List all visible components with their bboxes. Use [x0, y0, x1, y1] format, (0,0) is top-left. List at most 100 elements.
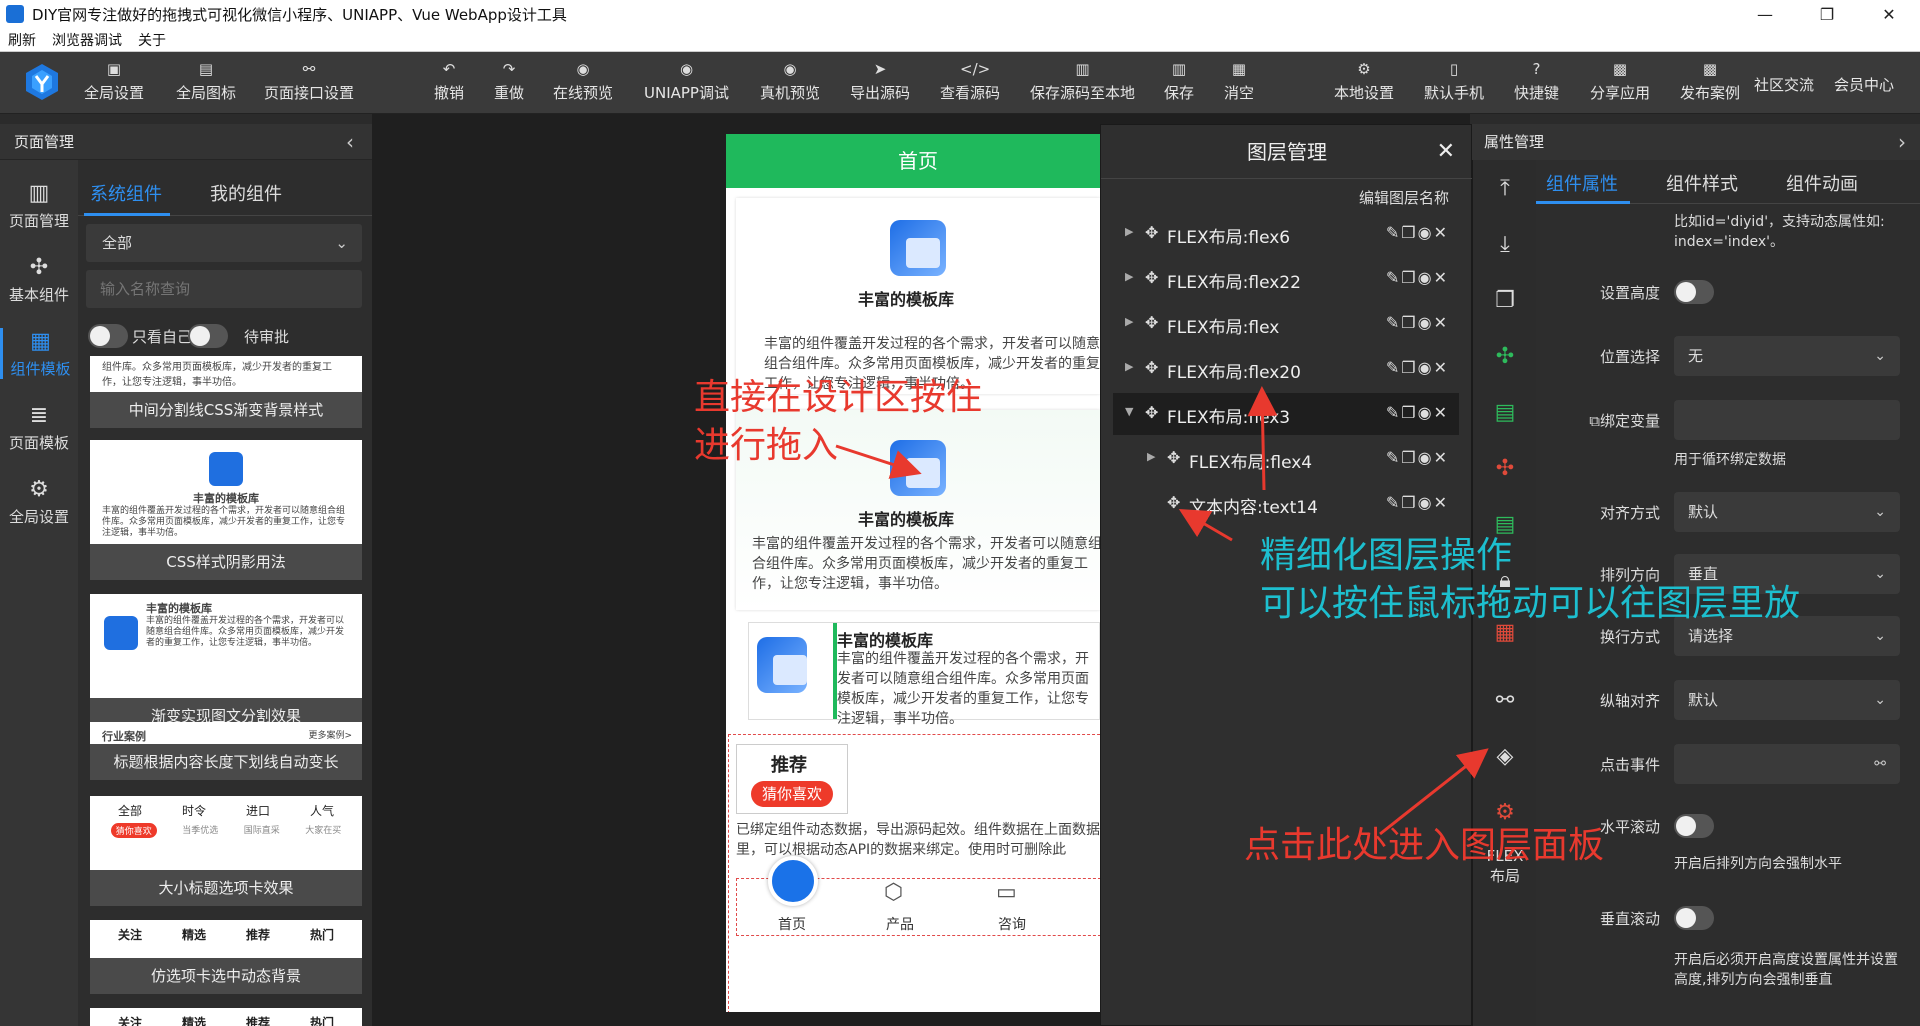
global-icons-button[interactable]: ▤ 全局图标 — [176, 60, 236, 103]
bind-variable-input[interactable] — [1674, 400, 1900, 440]
template-card[interactable]: 行业案例 更多案例> 标题根据内容长度下划线自动变长 — [90, 722, 362, 780]
layer-actions[interactable]: ✎❐◉✕ — [1386, 313, 1449, 332]
tabbar-products[interactable]: 产品 — [886, 914, 914, 934]
shortcuts-button[interactable]: ? 快捷键 — [1514, 60, 1559, 103]
expand-icon[interactable]: ▶ — [1125, 270, 1133, 283]
global-settings-button[interactable]: ▣ 全局设置 — [84, 60, 144, 103]
position-select[interactable]: 无 ⌄ — [1674, 336, 1900, 376]
move-icon[interactable]: ✥ — [1167, 493, 1180, 512]
vscroll-toggle[interactable] — [1674, 906, 1714, 930]
tab-component-animation[interactable]: 组件动画 — [1786, 170, 1858, 196]
move-icon[interactable]: ✥ — [1145, 403, 1158, 422]
nav-page-manage[interactable]: ▥ 页面管理 — [0, 180, 78, 231]
tabbar-home[interactable]: 首页 — [778, 914, 806, 934]
community-link[interactable]: 社区交流 — [1754, 74, 1814, 95]
layer-actions[interactable]: ✎❐◉✕ — [1386, 448, 1449, 467]
tabbar-consult[interactable]: 咨询 — [998, 914, 1026, 934]
maximize-button[interactable]: ❐ — [1796, 0, 1858, 28]
move-icon[interactable]: ✥ — [1145, 313, 1158, 332]
click-event-input[interactable]: ⚯ — [1674, 744, 1900, 784]
set-height-toggle[interactable] — [1674, 280, 1714, 304]
tab-component-props[interactable]: 组件属性 — [1546, 170, 1618, 196]
publish-case-button[interactable]: ▩ 发布案例 — [1680, 60, 1740, 103]
menu-about[interactable]: 关于 — [138, 30, 166, 50]
expand-icon[interactable]: ▶ — [1125, 315, 1133, 328]
close-icon[interactable]: ✕ — [1437, 139, 1455, 164]
view-source-button[interactable]: </> 查看源码 — [940, 60, 1000, 103]
page-api-settings-button[interactable]: ⚯ 页面接口设置 — [264, 60, 354, 103]
phone-preview[interactable]: 首页 丰富的模板库 丰富的组件覆盖开发过程的各个需求，开发者可以随意组合组件库。… — [726, 134, 1110, 1012]
template-card[interactable]: 丰富的模板库 丰富的组件覆盖开发过程的各个需求，开发者可以随意组合组件库。众多常… — [90, 440, 362, 580]
nav-basic-components[interactable]: ✣ 基本组件 — [0, 254, 78, 305]
move-bottom-icon[interactable]: ⤓ — [1473, 232, 1537, 257]
align-select[interactable]: 默认 ⌄ — [1674, 492, 1900, 532]
tab-my-components[interactable]: 我的组件 — [210, 180, 282, 206]
collapse-left-icon[interactable]: ‹ — [346, 130, 354, 154]
move-icon[interactable]: ✥ — [1145, 223, 1158, 242]
online-preview-button[interactable]: ◉ 在线预览 — [553, 60, 613, 103]
puzzle-red-icon[interactable]: ✣ — [1473, 456, 1537, 481]
puzzle-icon[interactable]: ✣ — [1473, 344, 1537, 369]
home-icon[interactable] — [768, 856, 818, 906]
undo-button[interactable]: ↶ 撤销 — [434, 60, 464, 103]
expand-icon[interactable]: ▶ — [1125, 225, 1133, 238]
layer-row-selected[interactable]: ▼ ✥ FLEX布局:flex3 ✎❐◉✕ — [1113, 393, 1459, 435]
edit-layer-name-link[interactable]: 编辑图层名称 — [1359, 187, 1449, 208]
layer-row[interactable]: ✥ 文本内容:text14 ✎❐◉✕ — [1113, 483, 1459, 525]
template-card[interactable]: 丰富的模板库 丰富的组件覆盖开发过程的各个需求，开发者可以随意组合组件库。众多常… — [90, 594, 362, 734]
template-block-2[interactable]: 丰富的模板库 丰富的组件覆盖开发过程的各个需求，开发者可以随意组合组件库。众多常… — [736, 410, 1102, 610]
edit-doc-icon[interactable]: ▤ — [1473, 512, 1537, 537]
template-block-1[interactable]: 丰富的模板库 丰富的组件覆盖开发过程的各个需求，开发者可以随意组合组件库。众多常… — [736, 198, 1100, 394]
expand-icon[interactable]: ▶ — [1147, 450, 1155, 463]
member-center-link[interactable]: 会员中心 — [1834, 74, 1894, 95]
menu-browser-debug[interactable]: 浏览器调试 — [52, 30, 122, 50]
nav-page-templates[interactable]: ≣ 页面模板 — [0, 402, 78, 453]
move-icon[interactable]: ✥ — [1145, 268, 1158, 287]
device-preview-button[interactable]: ◉ 真机预览 — [760, 60, 820, 103]
direction-select[interactable]: 垂直 ⌄ — [1674, 554, 1900, 594]
redo-button[interactable]: ↷ 重做 — [494, 60, 524, 103]
collapse-icon[interactable]: ▼ — [1125, 405, 1133, 418]
layers-icon[interactable]: ◈ — [1473, 744, 1537, 769]
layer-row[interactable]: ▶ ✥ FLEX布局:flex ✎❐◉✕ — [1113, 303, 1459, 345]
layer-actions[interactable]: ✎❐◉✕ — [1386, 358, 1449, 377]
template-card[interactable]: 全部 时令 进口 人气 猜你喜欢 当季优选 国际直采 大家在买 大小标题选项卡效果 — [90, 796, 362, 906]
layer-row[interactable]: ▶ ✥ FLEX布局:flex22 ✎❐◉✕ — [1113, 258, 1459, 300]
collapse-right-icon[interactable]: › — [1898, 124, 1906, 160]
template-block-3[interactable]: 丰富的模板库 丰富的组件覆盖开发过程的各个需求，开发者可以随意组合组件库。众多常… — [748, 622, 1100, 727]
layer-actions[interactable]: ✎❐◉✕ — [1386, 268, 1449, 287]
wrap-select[interactable]: 请选择 ⌄ — [1674, 616, 1900, 656]
expand-icon[interactable]: ▶ — [1125, 360, 1133, 373]
save-button[interactable]: ▥ 保存 — [1164, 60, 1194, 103]
nav-component-templates[interactable]: ▦ 组件模板 — [0, 328, 78, 379]
save-source-local-button[interactable]: ▥ 保存源码至本地 — [1030, 60, 1135, 103]
minimize-button[interactable]: — — [1734, 0, 1796, 28]
default-phone-button[interactable]: ▯ 默认手机 — [1424, 60, 1484, 103]
layer-row[interactable]: ▶ ✥ FLEX布局:flex20 ✎❐◉✕ — [1113, 348, 1459, 390]
layer-actions[interactable]: ✎❐◉✕ — [1386, 223, 1449, 242]
component-search-input[interactable] — [86, 270, 362, 308]
document-icon[interactable]: ▤ — [1473, 400, 1537, 425]
tab-system-components[interactable]: 系统组件 — [90, 180, 162, 206]
recommend-box[interactable]: 推荐 猜你喜欢 — [736, 744, 848, 814]
copy-icon[interactable]: ❐ — [1473, 288, 1537, 313]
local-settings-button[interactable]: ⚙ 本地设置 — [1334, 60, 1394, 103]
nav-global-settings[interactable]: ⚙ 全局设置 — [0, 476, 78, 527]
move-icon[interactable]: ✥ — [1167, 448, 1180, 467]
lock-icon[interactable]: 🔒︎ — [1473, 568, 1537, 593]
category-select[interactable]: 全部 ⌄ — [86, 224, 362, 262]
cross-align-select[interactable]: 默认 ⌄ — [1674, 680, 1900, 720]
move-icon[interactable]: ✥ — [1145, 358, 1158, 377]
move-top-icon[interactable]: ⤒ — [1473, 176, 1537, 201]
trash-icon[interactable]: ▦ — [1473, 620, 1537, 645]
layer-row[interactable]: ▶ ✥ FLEX布局:flex6 ✎❐◉✕ — [1113, 213, 1459, 255]
guess-like-tag[interactable]: 猜你喜欢 — [751, 781, 833, 807]
layer-actions[interactable]: ✎❐◉✕ — [1386, 403, 1449, 422]
hscroll-toggle[interactable] — [1674, 814, 1714, 838]
layer-row[interactable]: ▶ ✥ FLEX布局:flex4 ✎❐◉✕ — [1113, 438, 1459, 480]
share-app-button[interactable]: ▩ 分享应用 — [1590, 60, 1650, 103]
pending-toggle[interactable] — [188, 324, 228, 348]
gear-icon[interactable]: ⚙ — [1473, 800, 1537, 825]
template-card[interactable]: 关注 精选 推荐 热门 仿选项卡选中动态背景 — [90, 920, 362, 994]
clear-button[interactable]: ▦ 消空 — [1224, 60, 1254, 103]
